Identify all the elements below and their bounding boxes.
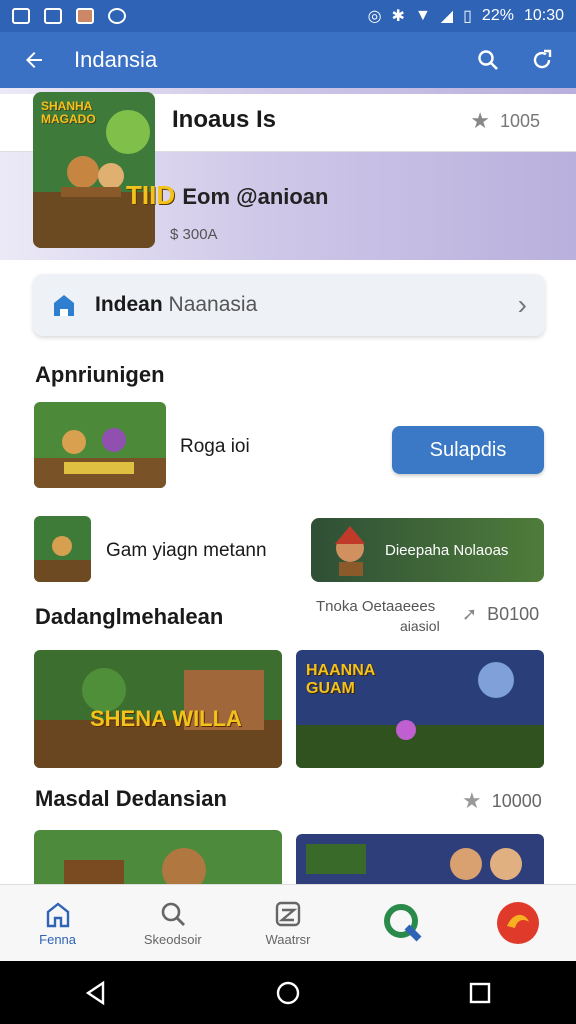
arrow-left-icon [26,52,42,68]
bluetooth-icon: ✱ [391,8,405,25]
library-icon [275,901,301,926]
nav-library[interactable]: Waatrsr [230,885,345,961]
row-label-2: Gam yiagn metann [106,540,267,561]
signal-icon: ◢ [440,8,454,25]
section-title-1: Apnriunigen [35,362,165,387]
right-banner-logo: HAANNA GUAM [306,662,375,697]
game-banner-bottom-right[interactable] [296,834,544,884]
banner-headline: TIID Eom @anioan [126,180,328,211]
page-title: Indansia [74,47,158,72]
nav-profile[interactable] [461,885,576,961]
rating-value: 1005 [499,110,540,131]
gallery-icon [76,8,94,24]
banner-price: $ 300A [170,226,218,243]
left-banner-logo: SHENA WILLA [90,706,242,731]
search-icon [478,50,498,70]
section-3-rating-value: 10000 [491,790,542,811]
camera-icon [108,8,126,24]
chevron-right-icon: › [517,289,527,320]
recents-square-icon[interactable] [467,980,493,1006]
game-banner-left[interactable]: SHENA WILLA [34,650,282,768]
section-2-rating-value: B0100 [487,604,540,624]
nav-library-label: Waatrsr [265,931,311,947]
featured-banner[interactable]: SHANHA MAGADO Inoaus Is ★ 1005 TIID Eom … [0,88,576,260]
email-icon [44,8,62,24]
thumbnail-logo-text: SHANHA MAGADO [41,99,96,127]
screenshot-icon [12,8,30,24]
refresh-button[interactable] [524,42,560,78]
search-button[interactable] [470,42,506,78]
home-circle-icon[interactable] [275,980,301,1006]
clock: 10:30 [523,7,564,24]
location-rest: Naanasia [168,293,258,316]
nav-search-label: Skeodsoir [143,931,202,947]
star-icon: ★ [462,788,482,813]
headline-text: Eom @anioan [182,184,329,209]
featured-game-thumbnail[interactable]: SHANHA MAGADO [33,92,155,248]
section-2-meta-line1: Tnoka Oetaaeees [316,598,436,615]
location-card[interactable]: Indean Naanasia › [33,274,545,336]
location-bold: Indean [95,293,163,316]
location-text: Indean Naanasia [95,293,518,317]
section-title-2: Dadanglmehalean [35,604,224,629]
game-banner-bottom-left[interactable] [34,830,282,884]
system-navigation-bar [0,961,576,1024]
section-2-rating: ➚ B0100 [462,604,539,625]
back-triangle-icon[interactable] [83,980,109,1006]
vibrate-icon: ◎ [367,8,382,25]
nav-search[interactable]: Skeodsoir [115,885,230,961]
wifi-icon: ▼ [414,7,431,24]
promo-card[interactable]: Dieepaha Nolaoas [311,518,544,582]
home-icon [54,295,74,316]
battery-icon: ▯ [463,8,472,25]
home-icon [46,901,69,927]
headline-brand: TIID [126,180,176,210]
row-label-1: Roga ioi [180,436,250,457]
nav-home[interactable]: Fenna [0,885,115,961]
install-button[interactable]: Sulapdis [392,426,544,474]
nav-home-label: Fenna [39,931,77,947]
app-bar: Indansia [0,32,576,88]
battery-percent: 22% [481,7,514,24]
promo-card-label: Dieepaha Nolaoas [385,541,509,559]
featured-rating: ★ 1005 [470,108,540,134]
featured-app-title: Inoaus Is [172,106,277,133]
back-button[interactable] [16,42,52,78]
nav-explore[interactable] [346,885,461,961]
search-icon [161,902,185,926]
game-thumbnail-1[interactable] [34,402,166,488]
star-icon: ★ [470,108,490,133]
explore-icon [384,904,422,942]
section-3-rating: ★ 10000 [462,788,542,814]
game-thumbnail-2[interactable] [34,516,91,582]
game-banner-right[interactable]: HAANNA GUAM [296,650,544,768]
status-bar: ◎ ✱ ▼ ◢ ▯ 22% 10:30 [0,0,576,32]
section-2-meta-line2: aiasiol [400,618,440,634]
profile-avatar-icon [497,902,540,944]
trend-icon: ➚ [462,604,478,624]
section-title-3: Masdal Dedansian [35,786,227,811]
refresh-icon [533,49,552,69]
bottom-navigation: Fenna Skeodsoir Waatrsr [0,884,576,961]
